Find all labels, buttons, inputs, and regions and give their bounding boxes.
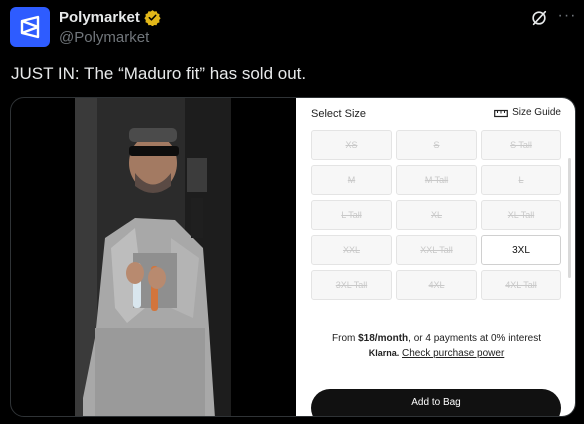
verified-badge-icon[interactable] [144,9,161,26]
product-size-panel: Select Size Size Guide XS S S Tall M M Tall L… [296,98,575,416]
person-figure [75,98,231,416]
post: Polymarket @Polymarket ··· JUST IN: The … [0,0,584,424]
klarna-logo: Klarna. [368,348,400,358]
display-name[interactable]: Polymarket [59,9,140,26]
polymarket-logo-icon [20,15,40,39]
size-option-s-tall[interactable]: S Tall [481,130,561,160]
finance-price: $18/month [358,333,409,344]
size-option-xl-tall[interactable]: XL Tall [481,200,561,230]
size-guide-icon [494,109,508,117]
add-to-bag-button[interactable]: Add to Bag [311,389,561,416]
size-option-xs[interactable]: XS [311,130,392,160]
size-option-3xl-tall[interactable]: 3XL Tall [311,270,392,300]
size-guide-label: Size Guide [512,107,561,118]
product-photo[interactable] [75,98,231,416]
size-option-xl[interactable]: XL [396,200,477,230]
handle[interactable]: @Polymarket [59,29,161,46]
size-grid: XS S S Tall M M Tall L L Tall XL XL Tall XXL XXL T… [311,130,561,300]
size-option-4xl[interactable]: 4XL [396,270,477,300]
size-option-xxl[interactable]: XXL [311,235,392,265]
post-text: JUST IN: The “Maduro fit” has sold out. [11,64,307,83]
select-size-label: Select Size [311,108,367,120]
post-media[interactable]: Select Size Size Guide XS S S Tall M M Tall L… [10,97,576,417]
size-option-m-tall[interactable]: M Tall [396,165,477,195]
size-option-s[interactable]: S [396,130,477,160]
size-option-m[interactable]: M [311,165,392,195]
avatar[interactable] [10,7,50,47]
panel-scrollbar[interactable] [568,158,571,278]
author-info: Polymarket @Polymarket [59,7,161,46]
grok-icon[interactable] [530,9,548,27]
size-option-4xl-tall[interactable]: 4XL Tall [481,270,561,300]
finance-suffix: , or 4 payments at 0% interest [408,333,541,344]
finance-prefix: From [332,333,359,344]
size-option-l[interactable]: L [481,165,561,195]
size-option-l-tall[interactable]: L Tall [311,200,392,230]
check-purchase-power-link[interactable]: Check purchase power [402,348,504,359]
financing-info: From $18/month, or 4 payments at 0% inte… [296,331,575,361]
size-option-3xl[interactable]: 3XL [481,235,561,265]
size-option-xxl-tall[interactable]: XXL Tall [396,235,477,265]
size-guide-link[interactable]: Size Guide [494,107,561,118]
more-icon[interactable]: ··· [557,7,577,27]
